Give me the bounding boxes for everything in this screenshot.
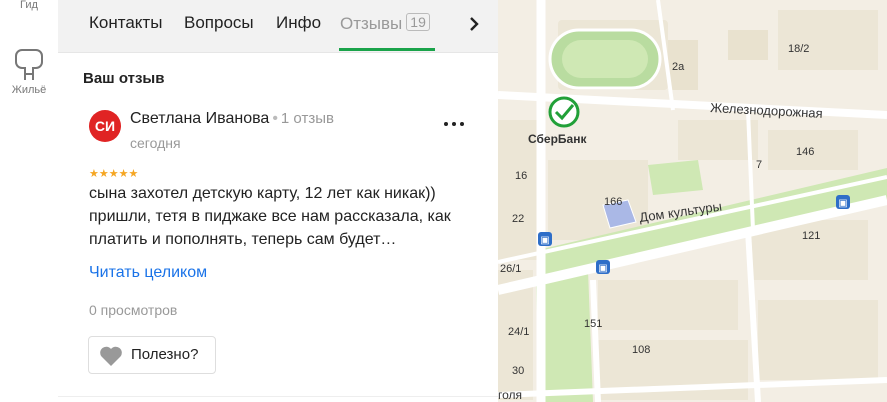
review-date: сегодня (130, 135, 181, 151)
useful-label: Полезно? (131, 346, 199, 363)
svg-text:▣: ▣ (598, 263, 607, 274)
heart-icon (100, 346, 122, 366)
map-label-number: 166 (604, 196, 622, 208)
divider (58, 396, 498, 397)
nav-guide-label: Гид (20, 0, 38, 11)
author-name[interactable]: Светлана Иванова (130, 110, 269, 127)
nav-housing[interactable]: Жильё (0, 48, 58, 96)
section-title: Ваш отзыв (83, 70, 165, 87)
more-options-button[interactable] (442, 116, 466, 132)
tab-info[interactable]: Инфо (276, 13, 321, 33)
map-label-number: 2а (672, 61, 685, 73)
read-more-link[interactable]: Читать целиком (89, 264, 207, 282)
rating-stars: ★★★★★ (89, 168, 139, 180)
tab-bar: Контакты Вопросы Инфо Отзывы 19 (58, 0, 498, 53)
map-label-number: 26/1 (500, 263, 521, 275)
map[interactable]: ▣ ▣ ▣ СберБанк Железнодорожная Дом культ… (498, 0, 887, 402)
map-label-number: 108 (632, 344, 650, 356)
avatar[interactable]: СИ (89, 110, 121, 142)
views-count: 0 просмотров (89, 302, 178, 318)
map-label-number: 7 (756, 159, 762, 171)
bus-stop-icon[interactable]: ▣ (836, 195, 850, 209)
useful-button[interactable]: Полезно? (88, 336, 216, 374)
map-label-bank: СберБанк (528, 132, 587, 146)
bus-stop-icon[interactable]: ▣ (538, 232, 552, 246)
org-panel: Контакты Вопросы Инфо Отзывы 19 Ваш отзыв… (58, 0, 498, 402)
active-tab-indicator (339, 48, 435, 51)
svg-text:▣: ▣ (838, 198, 847, 209)
map-label-number: 16 (515, 170, 527, 182)
tab-reviews-label: Отзывы (340, 14, 403, 33)
chevron-right-icon[interactable] (464, 12, 484, 36)
review-text: сына захотел детскую карту, 12 лет как н… (89, 185, 451, 248)
map-label-number: 151 (584, 318, 602, 330)
housing-icon (15, 49, 43, 80)
author-reviews-count: 1 отзыв (280, 110, 334, 127)
map-label-number: 121 (802, 230, 820, 242)
tab-contacts[interactable]: Контакты (89, 13, 162, 33)
nav-guide[interactable]: Гид (0, 0, 58, 11)
map-label-number: 30 (512, 365, 524, 377)
map-canvas[interactable]: ▣ ▣ ▣ СберБанк Железнодорожная Дом культ… (498, 0, 887, 402)
sberbank-marker[interactable] (548, 96, 580, 128)
separator-dot: • (272, 110, 278, 127)
reviews-count-badge: 19 (406, 13, 430, 31)
bus-stop-icon[interactable]: ▣ (596, 260, 610, 274)
map-label-street2: голя (498, 388, 522, 402)
left-navigation: Гид Жильё (0, 0, 59, 402)
map-label-number: 18/2 (788, 43, 809, 55)
map-label-number: 24/1 (508, 326, 529, 338)
map-label-number: 146 (796, 146, 814, 158)
tab-questions[interactable]: Вопросы (184, 13, 254, 33)
review-author: Светлана Иванова • 1 отзыв (130, 110, 334, 128)
map-label-number: 22 (512, 213, 524, 225)
nav-housing-label: Жильё (11, 84, 47, 96)
tab-reviews[interactable]: Отзывы 19 (340, 13, 430, 34)
svg-text:▣: ▣ (540, 235, 549, 246)
more-dots-icon (444, 122, 448, 126)
